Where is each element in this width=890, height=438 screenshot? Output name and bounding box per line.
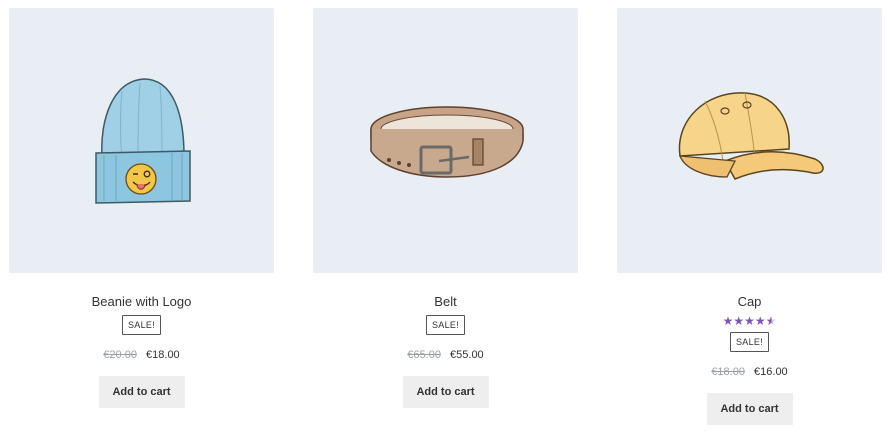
- add-to-cart-button[interactable]: Add to cart: [706, 393, 793, 425]
- price: €20.00 €18.00: [103, 348, 179, 362]
- product-image-link[interactable]: [313, 8, 578, 273]
- product-image-link[interactable]: [9, 8, 274, 273]
- star-icon: ★: [744, 314, 755, 328]
- price: €18.00 €16.00: [711, 365, 787, 379]
- old-price: €18.00: [711, 366, 745, 378]
- sale-badge: SALE!: [425, 315, 465, 335]
- half-star-icon: ★: [765, 314, 777, 328]
- cap-image: [678, 91, 824, 180]
- sale-badge: SALE!: [729, 332, 769, 352]
- product-image-link[interactable]: [617, 8, 882, 273]
- sale-price: €18.00: [146, 349, 180, 361]
- product-card: Belt SALE! €65.00 €55.00 Add to cart: [313, 8, 578, 425]
- product-title[interactable]: Belt: [434, 293, 456, 310]
- belt-image: [369, 105, 524, 178]
- sale-price: €55.00: [450, 349, 484, 361]
- sale-badge: SALE!: [121, 315, 161, 335]
- add-to-cart-button[interactable]: Add to cart: [98, 376, 185, 408]
- price: €65.00 €55.00: [407, 348, 483, 362]
- product-card: Cap ★ ★ ★ ★ ★ SALE! €18.00 €16.00 Add to…: [617, 8, 882, 425]
- star-icon: ★: [754, 314, 766, 328]
- beanie-image: [94, 77, 191, 204]
- product-grid: Beanie with Logo SALE! €20.00 €18.00 Add…: [9, 8, 882, 425]
- star-rating: ★ ★ ★ ★ ★: [723, 315, 777, 327]
- old-price: €65.00: [407, 349, 441, 361]
- star-icon: ★: [722, 314, 734, 328]
- old-price: €20.00: [103, 349, 137, 361]
- sale-price: €16.00: [754, 366, 788, 378]
- product-title[interactable]: Beanie with Logo: [92, 293, 192, 310]
- product-title[interactable]: Cap: [738, 293, 762, 310]
- add-to-cart-button[interactable]: Add to cart: [402, 376, 489, 408]
- product-card: Beanie with Logo SALE! €20.00 €18.00 Add…: [9, 8, 274, 425]
- star-icon: ★: [733, 314, 745, 328]
